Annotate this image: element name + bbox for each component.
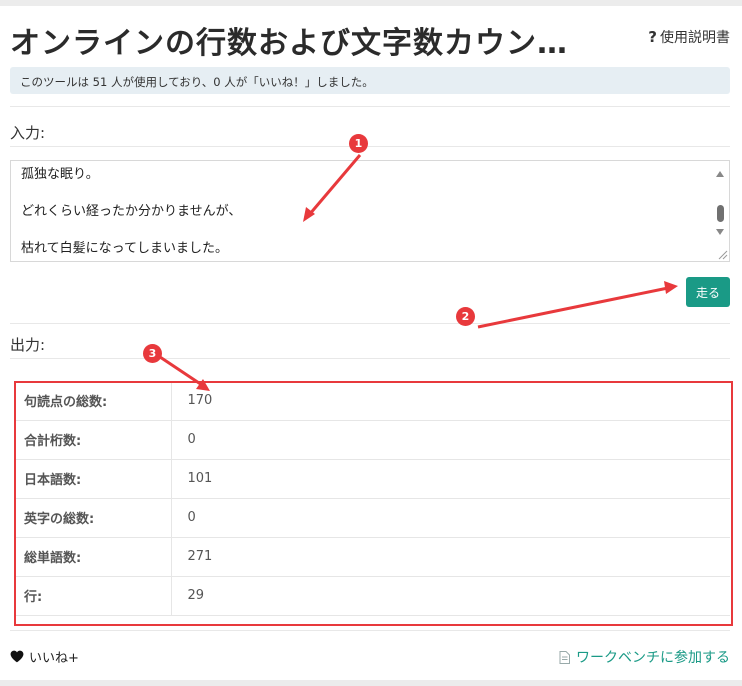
run-button[interactable]: 走る <box>686 277 730 307</box>
scroll-thumb[interactable] <box>717 205 724 222</box>
input-text[interactable]: 孤独な眠り。 どれくらい経ったか分かりませんが、 枯れて白髪になってしまいました… <box>21 166 241 259</box>
result-value: 0 <box>171 498 730 538</box>
divider <box>10 323 730 324</box>
annotation-arrow-2 <box>477 286 669 329</box>
like-button[interactable]: いいね+ <box>10 647 79 666</box>
table-row: 英字の総数: 0 <box>14 498 730 538</box>
annotation-badge: 1 <box>349 134 368 153</box>
top-strip <box>0 0 742 6</box>
result-value: 0 <box>171 420 730 460</box>
table-row: 日本語数: 101 <box>14 459 730 499</box>
annotation-badge: 3 <box>143 344 162 363</box>
result-value: 101 <box>171 459 730 499</box>
result-key: 句読点の総数: <box>14 381 172 421</box>
input-line: 孤独な眠り。 <box>21 167 99 182</box>
vertical-scrollbar[interactable] <box>712 161 729 261</box>
text-input-area[interactable]: 孤独な眠り。 どれくらい経ったか分かりませんが、 枯れて白髪になってしまいました… <box>10 160 730 262</box>
usage-notice: このツールは 51 人が使用しており、0 人が「いいね！」しました。 <box>10 67 730 94</box>
result-key: 日本語数: <box>14 459 172 499</box>
input-line: どれくらい経ったか分かりませんが、 <box>21 204 242 219</box>
like-label: いいね+ <box>29 651 79 666</box>
heart-icon <box>10 650 24 663</box>
question-icon: ? <box>648 28 657 46</box>
result-value: 29 <box>171 576 730 616</box>
annotation-arrowhead-2 <box>664 281 678 294</box>
resize-grip-icon[interactable] <box>716 248 728 260</box>
workbench-link[interactable]: ワークベンチに参加する <box>559 647 730 667</box>
result-value: 271 <box>171 537 730 577</box>
results-table: 句読点の総数: 170 合計桁数: 0 日本語数: 101 英字の総数: 0 総… <box>14 381 730 616</box>
divider <box>10 146 730 147</box>
result-key: 英字の総数: <box>14 498 172 538</box>
table-row: 句読点の総数: 170 <box>14 381 730 421</box>
scroll-up-arrow-icon[interactable] <box>716 171 724 177</box>
result-key: 行: <box>14 576 172 616</box>
table-row: 総単語数: 271 <box>14 537 730 577</box>
help-label: 使用説明書 <box>660 30 730 46</box>
page-title: オンラインの行数および文字数カウン… <box>10 26 568 61</box>
workbench-label: ワークベンチに参加する <box>576 650 730 666</box>
annotation-badge: 2 <box>456 307 475 326</box>
result-key: 総単語数: <box>14 537 172 577</box>
input-line <box>21 222 241 241</box>
result-key: 合計桁数: <box>14 420 172 460</box>
divider <box>10 630 730 631</box>
table-row: 合計桁数: 0 <box>14 420 730 460</box>
result-value: 170 <box>171 381 730 421</box>
input-label: 入力: <box>10 124 46 142</box>
divider <box>10 106 730 107</box>
scroll-down-arrow-icon[interactable] <box>716 229 724 235</box>
output-label: 出力: <box>10 336 46 354</box>
document-icon <box>559 650 570 664</box>
table-row: 行: 29 <box>14 576 730 616</box>
input-line <box>21 185 241 204</box>
help-link[interactable]: ? 使用説明書 <box>648 27 730 47</box>
divider <box>10 358 730 359</box>
bottom-strip <box>0 680 742 686</box>
input-line: 枯れて白髪になってしまいました。 <box>21 241 228 256</box>
